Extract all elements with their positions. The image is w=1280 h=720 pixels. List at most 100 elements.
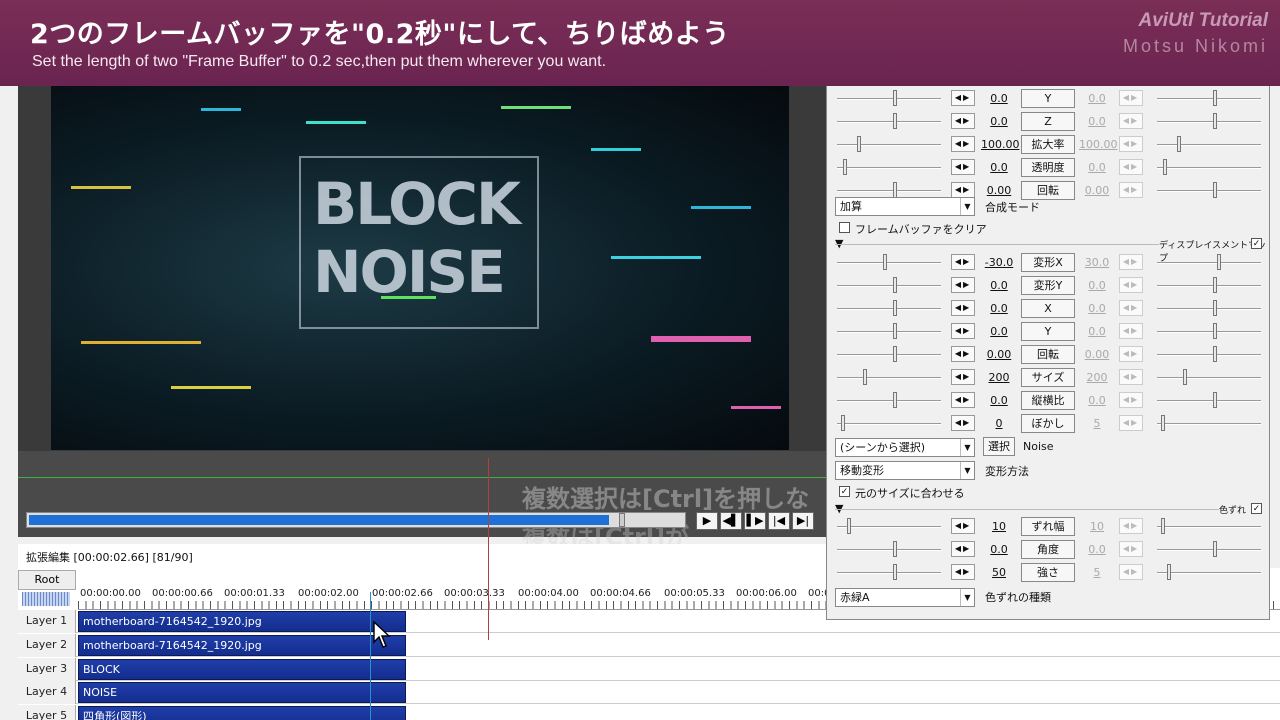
spin-buttons[interactable]: ◀▶ [951,182,975,198]
parameter-slider[interactable] [1157,518,1261,534]
slider-knob[interactable] [893,564,897,580]
spin-buttons[interactable]: ◀▶ [1119,254,1143,270]
slider-knob[interactable] [893,323,897,339]
spin-buttons[interactable]: ◀▶ [951,369,975,385]
slider-knob[interactable] [1161,518,1165,534]
color-shift-enabled-checkbox[interactable]: ✓ [1251,503,1262,514]
timeline-clip[interactable]: NOISE [78,682,406,703]
root-tab[interactable]: Root [18,570,76,590]
spin-buttons[interactable]: ◀▶ [1119,136,1143,152]
parameter-name-button[interactable]: 回転 [1021,345,1075,364]
spin-buttons[interactable]: ◀▶ [1119,113,1143,129]
spin-buttons[interactable]: ◀▶ [1119,300,1143,316]
parameter-slider[interactable] [837,254,941,270]
parameter-slider[interactable] [1157,564,1261,580]
parameter-end-value[interactable]: 0.0 [1079,92,1115,105]
parameter-slider[interactable] [1157,113,1261,129]
parameter-slider[interactable] [1157,323,1261,339]
blend-mode-select[interactable]: 加算 ▼ [835,197,975,216]
parameter-name-button[interactable]: 変形Y [1021,276,1075,295]
parameter-start-value[interactable]: 200 [981,371,1017,384]
parameter-name-button[interactable]: Y [1021,89,1075,108]
parameter-end-value[interactable]: 100.00 [1079,138,1118,151]
slider-knob[interactable] [1177,136,1181,152]
spin-buttons[interactable]: ◀▶ [1119,541,1143,557]
parameter-slider[interactable] [837,300,941,316]
parameter-name-button[interactable]: Z [1021,112,1075,131]
parameter-slider[interactable] [837,415,941,431]
parameter-start-value[interactable]: 0.0 [981,543,1017,556]
color-shift-type-select[interactable]: 赤緑A ▼ [835,588,975,607]
spin-buttons[interactable]: ◀▶ [1119,415,1143,431]
slider-knob[interactable] [893,392,897,408]
slider-knob[interactable] [1217,254,1221,270]
layer-label[interactable]: Layer 4 [18,681,76,704]
parameter-start-value[interactable]: 10 [981,520,1017,533]
spin-buttons[interactable]: ◀▶ [951,90,975,106]
parameter-slider[interactable] [1157,541,1261,557]
parameter-end-value[interactable]: 0.00 [1079,184,1115,197]
parameter-name-button[interactable]: ぼかし [1021,414,1075,433]
slider-knob[interactable] [1213,113,1217,129]
slider-knob[interactable] [1213,541,1217,557]
parameter-slider[interactable] [1157,392,1261,408]
parameter-start-value[interactable]: 0.00 [981,184,1017,197]
parameter-name-button[interactable]: サイズ [1021,368,1075,387]
select-button[interactable]: 選択 [983,437,1015,456]
spin-buttons[interactable]: ◀▶ [1119,369,1143,385]
spin-buttons[interactable]: ◀▶ [951,564,975,580]
transform-method-select[interactable]: 移動変形 ▼ [835,461,975,480]
slider-knob[interactable] [893,90,897,106]
parameter-name-button[interactable]: ずれ幅 [1021,517,1075,536]
slider-knob[interactable] [893,300,897,316]
parameter-slider[interactable] [1157,346,1261,362]
parameter-slider[interactable] [837,541,941,557]
parameter-slider[interactable] [837,323,941,339]
parameter-end-value[interactable]: 0.0 [1079,279,1115,292]
parameter-name-button[interactable]: 強さ [1021,563,1075,582]
parameter-slider[interactable] [1157,300,1261,316]
slider-knob[interactable] [863,369,867,385]
slider-knob[interactable] [1183,369,1187,385]
parameter-slider[interactable] [1157,136,1261,152]
parameter-slider[interactable] [837,113,941,129]
spin-buttons[interactable]: ◀▶ [1119,564,1143,580]
parameter-name-button[interactable]: 縦横比 [1021,391,1075,410]
fit-size-checkbox[interactable]: ✓ [839,486,850,497]
parameter-end-value[interactable]: 0.0 [1079,161,1115,174]
prev-frame-button[interactable]: ◀▌ [720,512,742,530]
to-end-button[interactable]: ▶| [792,512,814,530]
slider-knob[interactable] [857,136,861,152]
parameter-slider[interactable] [1157,254,1261,270]
spin-buttons[interactable]: ◀▶ [951,323,975,339]
parameter-end-value[interactable]: 0.0 [1079,325,1115,338]
parameter-name-button[interactable]: Y [1021,322,1075,341]
parameter-start-value[interactable]: 0.0 [981,279,1017,292]
parameter-slider[interactable] [837,346,941,362]
parameter-name-button[interactable]: 透明度 [1021,158,1075,177]
slider-knob[interactable] [1213,90,1217,106]
parameter-start-value[interactable]: -30.0 [981,256,1017,269]
spin-buttons[interactable]: ◀▶ [1119,90,1143,106]
parameter-name-button[interactable]: 変形X [1021,253,1075,272]
parameter-slider[interactable] [1157,415,1261,431]
slider-knob[interactable] [841,415,845,431]
parameter-end-value[interactable]: 5 [1079,566,1115,579]
parameter-name-button[interactable]: X [1021,299,1075,318]
parameter-name-button[interactable]: 角度 [1021,540,1075,559]
spin-buttons[interactable]: ◀▶ [951,136,975,152]
parameter-start-value[interactable]: 0.0 [981,161,1017,174]
spin-buttons[interactable]: ◀▶ [951,113,975,129]
parameter-end-value[interactable]: 5 [1079,417,1115,430]
spin-buttons[interactable]: ◀▶ [1119,518,1143,534]
spin-buttons[interactable]: ◀▶ [951,415,975,431]
slider-knob[interactable] [883,254,887,270]
spin-buttons[interactable]: ◀▶ [951,518,975,534]
timeline-clip[interactable]: 四角形(図形) [78,706,406,720]
timeline-clip[interactable]: motherboard-7164542_1920.jpg [78,635,406,656]
slider-knob[interactable] [893,346,897,362]
spin-buttons[interactable]: ◀▶ [1119,346,1143,362]
parameter-slider[interactable] [837,564,941,580]
slider-knob[interactable] [1213,323,1217,339]
spin-buttons[interactable]: ◀▶ [1119,323,1143,339]
